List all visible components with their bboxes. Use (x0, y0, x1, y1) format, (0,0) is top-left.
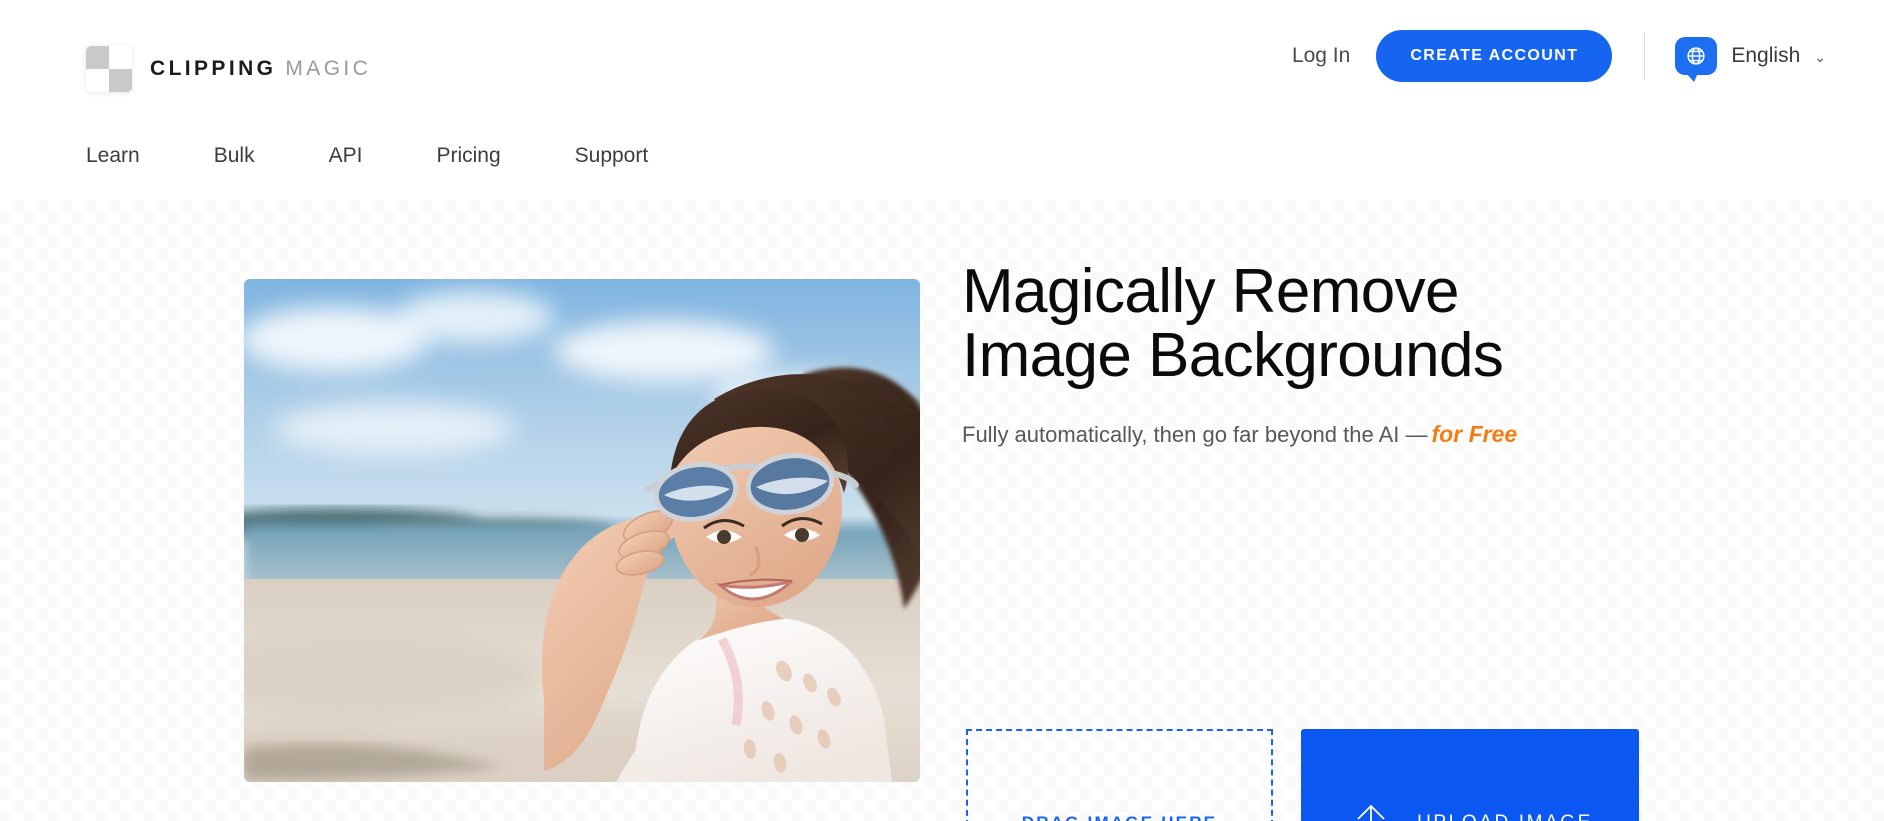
hero-copy: Magically Remove Image Backgrounds Fully… (962, 260, 1662, 448)
hero-photo (244, 279, 920, 782)
upload-arrow-icon (1347, 799, 1395, 821)
drag-image-dropzone[interactable]: DRAG IMAGE HERE (966, 729, 1273, 821)
dropzone-label: DRAG IMAGE HERE (1022, 808, 1217, 821)
brand-logo[interactable]: CLIPPING MAGIC (86, 46, 371, 92)
page-title: Magically Remove Image Backgrounds (962, 257, 1504, 390)
checkerboard-logo-icon (86, 46, 132, 92)
create-account-button[interactable]: CREATE ACCOUNT (1376, 30, 1613, 82)
nav-item-support[interactable]: Support (575, 144, 649, 168)
woman-on-beach-photo (244, 279, 920, 782)
hero-section: Magically Remove Image Backgrounds Fully… (0, 200, 1884, 821)
main-navigation: Learn Bulk API Pricing Support (86, 144, 648, 168)
nav-item-learn[interactable]: Learn (86, 144, 140, 168)
language-selector[interactable]: English ⌄ (1675, 37, 1826, 82)
page-root: CLIPPING MAGIC Log In CREATE ACCOUNT Eng… (0, 0, 1884, 821)
brand-wordmark: CLIPPING MAGIC (150, 57, 371, 81)
login-link[interactable]: Log In (1292, 44, 1350, 68)
hero-subtitle: Fully automatically, then go far beyond … (962, 421, 1662, 448)
upload-actions: DRAG IMAGE HERE UPLOAD IMAGE (966, 729, 1639, 821)
nav-item-pricing[interactable]: Pricing (436, 144, 500, 168)
hero-subtitle-main: Fully automatically, then go far beyond … (962, 421, 1428, 447)
nav-item-api[interactable]: API (329, 144, 363, 168)
brand-word-clipping: CLIPPING (150, 57, 277, 80)
header-actions: Log In CREATE ACCOUNT English ⌄ (1292, 0, 1884, 112)
upload-image-button[interactable]: UPLOAD IMAGE (1301, 729, 1639, 821)
header-top-bar: CLIPPING MAGIC Log In CREATE ACCOUNT Eng… (0, 0, 1884, 112)
chevron-down-icon: ⌄ (1814, 49, 1826, 65)
upload-image-label: UPLOAD IMAGE (1417, 812, 1593, 821)
globe-icon (1675, 37, 1718, 82)
header-divider (1644, 32, 1646, 80)
nav-item-bulk[interactable]: Bulk (214, 144, 255, 168)
language-label: English (1731, 44, 1801, 67)
site-header: CLIPPING MAGIC Log In CREATE ACCOUNT Eng… (0, 0, 1884, 200)
brand-word-magic: MAGIC (285, 57, 372, 80)
hero-subtitle-accent: for Free (1431, 420, 1518, 447)
